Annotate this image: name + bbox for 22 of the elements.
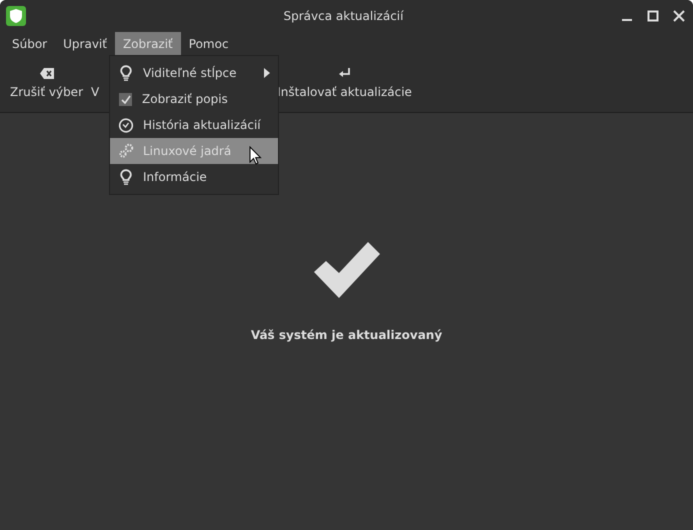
- backspace-icon: [40, 68, 54, 79]
- status-message: Váš systém je aktualizovaný: [250, 328, 442, 342]
- clock-icon: [118, 118, 134, 132]
- menu-item[interactable]: História aktualizácií: [110, 112, 278, 138]
- toolbar-button[interactable]: Zrušiť výber: [4, 64, 90, 103]
- lightbulb-icon: [118, 65, 134, 81]
- toolbar-button[interactable]: V: [89, 64, 106, 103]
- return-arrow-icon: [338, 68, 351, 79]
- menu-item[interactable]: Súbor: [4, 32, 56, 55]
- menu-item[interactable]: Informácie: [110, 164, 278, 190]
- maximize-icon[interactable]: [647, 10, 659, 22]
- menu-item[interactable]: Upraviť: [55, 32, 115, 55]
- window-title: Správca aktualizácií: [282, 9, 404, 23]
- close-icon[interactable]: [673, 10, 685, 22]
- submenu-arrow-icon: [264, 68, 270, 78]
- shield-icon: [6, 6, 26, 26]
- checkmark-icon: [314, 242, 380, 298]
- lightbulb-icon: [118, 169, 134, 185]
- checkbox[interactable]: [119, 92, 132, 106]
- gears-icon: [118, 143, 134, 159]
- mouse-cursor-icon: [249, 146, 262, 165]
- menu-item[interactable]: Pomoc: [180, 32, 237, 55]
